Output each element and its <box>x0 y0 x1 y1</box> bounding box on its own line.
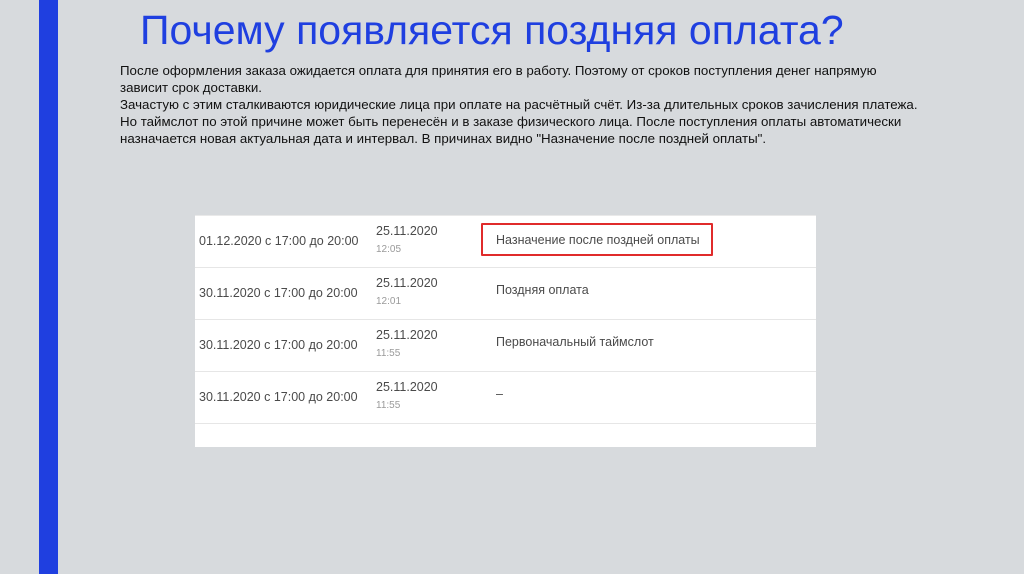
change-time: 11:55 <box>376 400 401 411</box>
highlighted-reason-box: Назначение после поздней оплаты <box>481 223 713 256</box>
slide-left-margin <box>0 0 39 574</box>
change-reason: – <box>496 387 503 401</box>
timeslot-interval: 30.11.2020 с 17:00 до 20:00 <box>199 338 358 352</box>
change-reason: Первоначальный таймслот <box>496 335 654 349</box>
change-time: 12:01 <box>376 296 402 307</box>
timeslot-interval: 30.11.2020 с 17:00 до 20:00 <box>199 390 358 404</box>
table-row: 30.11.2020 с 17:00 до 20:00 25.11.2020 1… <box>195 372 816 424</box>
timeslot-history-screenshot: 01.12.2020 с 17:00 до 20:00 25.11.2020 1… <box>195 215 816 447</box>
paragraph-legal-entities: Зачастую с этим сталкиваются юридические… <box>120 97 918 112</box>
timeslot-interval: 30.11.2020 с 17:00 до 20:00 <box>199 286 358 300</box>
change-date: 25.11.2020 <box>376 380 438 394</box>
change-date: 25.11.2020 <box>376 276 438 290</box>
change-date: 25.11.2020 <box>376 224 438 238</box>
accent-stripe <box>39 0 58 574</box>
change-time: 11:55 <box>376 348 401 359</box>
change-reason: Поздняя оплата <box>496 283 589 297</box>
paragraph-individual-orders: Но таймслот по этой причине может быть п… <box>120 114 902 146</box>
paragraph-payment-dependency: После оформления заказа ожидается оплата… <box>120 63 877 95</box>
table-row: 01.12.2020 с 17:00 до 20:00 25.11.2020 1… <box>195 216 816 268</box>
timeslot-interval: 01.12.2020 с 17:00 до 20:00 <box>199 234 359 248</box>
slide-body-text: После оформления заказа ожидается оплата… <box>120 62 920 147</box>
change-reason: Назначение после поздней оплаты <box>496 233 700 247</box>
change-date: 25.11.2020 <box>376 328 438 342</box>
table-row: 30.11.2020 с 17:00 до 20:00 25.11.2020 1… <box>195 320 816 372</box>
slide-title: Почему появляется поздняя оплата? <box>140 7 844 53</box>
change-time: 12:05 <box>376 244 402 255</box>
table-row: 30.11.2020 с 17:00 до 20:00 25.11.2020 1… <box>195 268 816 320</box>
